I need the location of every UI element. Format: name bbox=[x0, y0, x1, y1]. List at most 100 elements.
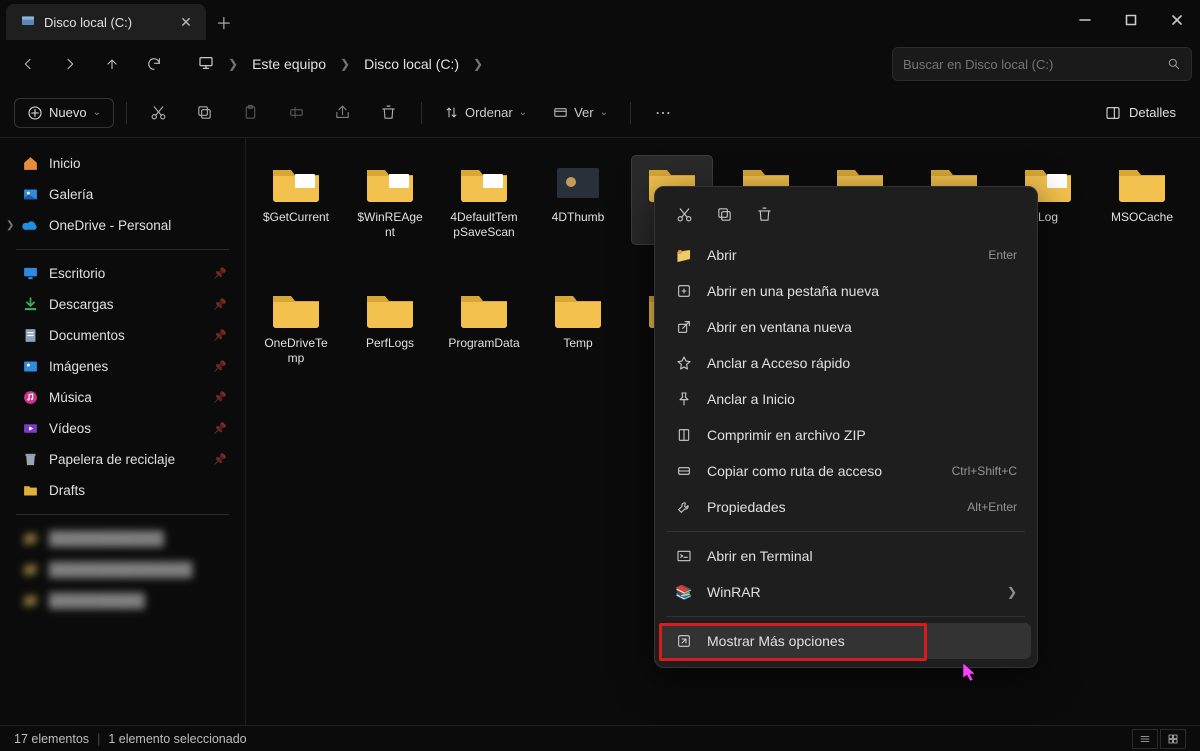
title-bar: Disco local (C:) ✕ ＋ bbox=[0, 0, 1200, 40]
sidebar-item[interactable]: 📁████████████ bbox=[4, 523, 241, 554]
folder-icon bbox=[457, 160, 511, 204]
drive-icon bbox=[20, 13, 36, 32]
sidebar-item[interactable]: Documentos📌 bbox=[4, 320, 241, 351]
view-button[interactable]: Ver ⌄ bbox=[543, 99, 618, 126]
search-input[interactable] bbox=[903, 57, 1159, 72]
content-area[interactable]: $GetCurrent $WinREAgent 4DefaultTempSave… bbox=[246, 138, 1200, 725]
desktop-icon bbox=[22, 265, 39, 282]
ctx-pin-start[interactable]: Anclar a Inicio bbox=[661, 381, 1031, 417]
close-tab-icon[interactable]: ✕ bbox=[180, 14, 192, 31]
breadcrumb-computer[interactable]: Este equipo bbox=[244, 50, 334, 78]
trash-icon bbox=[22, 451, 39, 468]
ctx-open-new-tab[interactable]: Abrir en una pestaña nueva bbox=[661, 273, 1031, 309]
folder-label: ProgramData bbox=[448, 336, 519, 351]
sidebar-item-label: Papelera de reciclaje bbox=[49, 452, 175, 467]
sidebar-item-home[interactable]: Inicio bbox=[4, 148, 241, 179]
folder-item[interactable]: PerfLogs bbox=[350, 282, 430, 370]
music-icon bbox=[22, 389, 39, 406]
more-button[interactable]: ⋯ bbox=[643, 95, 683, 131]
minimize-button[interactable] bbox=[1062, 0, 1108, 40]
view-grid-button[interactable] bbox=[1160, 729, 1186, 749]
breadcrumb-drive[interactable]: Disco local (C:) bbox=[356, 50, 467, 78]
chevron-right-icon: ❯ bbox=[340, 57, 350, 71]
folder-item[interactable]: 4DThumb bbox=[538, 156, 618, 244]
back-button[interactable] bbox=[8, 46, 48, 82]
ctx-open[interactable]: 📁 Abrir Enter bbox=[661, 237, 1031, 273]
sidebar-item[interactable]: 📁██████████ bbox=[4, 585, 241, 616]
download-icon bbox=[22, 296, 39, 313]
copy-button[interactable] bbox=[185, 95, 225, 131]
ctx-cut-button[interactable] bbox=[671, 201, 697, 227]
rename-button[interactable] bbox=[277, 95, 317, 131]
folder-item[interactable]: ProgramData bbox=[444, 282, 524, 370]
new-button[interactable]: Nuevo ⌄ bbox=[14, 98, 114, 128]
folder-item[interactable]: MSOCache bbox=[1102, 156, 1182, 244]
folder-item[interactable]: Temp bbox=[538, 282, 618, 370]
maximize-button[interactable] bbox=[1108, 0, 1154, 40]
chevron-right-icon: ❯ bbox=[228, 57, 238, 71]
folder-label: MSOCache bbox=[1111, 210, 1173, 225]
status-count: 17 elementos bbox=[14, 732, 89, 746]
sidebar-item[interactable]: Vídeos📌 bbox=[4, 413, 241, 444]
ctx-delete-button[interactable] bbox=[751, 201, 777, 227]
pin-icon: 📌 bbox=[213, 422, 227, 435]
pin-icon: 📌 bbox=[213, 453, 227, 466]
sidebar-item-label: Música bbox=[49, 390, 92, 405]
doc-icon bbox=[22, 327, 39, 344]
share-button[interactable] bbox=[323, 95, 363, 131]
video-icon bbox=[22, 420, 39, 437]
sort-button[interactable]: Ordenar ⌄ bbox=[434, 99, 537, 126]
folder-icon bbox=[363, 160, 417, 204]
details-pane-button[interactable]: Detalles bbox=[1095, 99, 1186, 127]
refresh-button[interactable] bbox=[134, 46, 174, 82]
folder-label: 4DThumb bbox=[552, 210, 605, 225]
sidebar-item[interactable]: Descargas📌 bbox=[4, 289, 241, 320]
view-list-button[interactable] bbox=[1132, 729, 1158, 749]
sidebar-item-gallery[interactable]: Galería bbox=[4, 179, 241, 210]
search-box[interactable] bbox=[892, 47, 1192, 81]
ctx-terminal[interactable]: Abrir en Terminal bbox=[661, 538, 1031, 574]
sidebar-item-label: Escritorio bbox=[49, 266, 105, 281]
folder-icon bbox=[1115, 160, 1169, 204]
search-icon bbox=[1167, 57, 1181, 71]
forward-button[interactable] bbox=[50, 46, 90, 82]
tab-active[interactable]: Disco local (C:) ✕ bbox=[6, 4, 206, 40]
folder-item[interactable]: $WinREAgent bbox=[350, 156, 430, 244]
gallery-icon bbox=[22, 186, 39, 203]
sidebar-item[interactable]: Papelera de reciclaje 📌 bbox=[4, 444, 241, 475]
sidebar-item[interactable]: Música 📌 bbox=[4, 382, 241, 413]
ctx-show-more[interactable]: Mostrar Más opciones bbox=[661, 623, 1031, 659]
folder-label: Log bbox=[1038, 210, 1058, 225]
folder-item[interactable]: 4DefaultTempSaveScan bbox=[444, 156, 524, 244]
paste-button[interactable] bbox=[231, 95, 271, 131]
close-button[interactable] bbox=[1154, 0, 1200, 40]
ctx-zip[interactable]: Comprimir en archivo ZIP bbox=[661, 417, 1031, 453]
folder-item[interactable]: $GetCurrent bbox=[256, 156, 336, 244]
sidebar-item-cloud[interactable]: ❯OneDrive - Personal bbox=[4, 210, 241, 241]
status-selected: 1 elemento seleccionado bbox=[108, 732, 246, 746]
ctx-copy-button[interactable] bbox=[711, 201, 737, 227]
breadcrumb: ❯ Este equipo ❯ Disco local (C:) ❯ bbox=[190, 49, 483, 80]
pin-icon: 📌 bbox=[213, 391, 227, 404]
ctx-winrar[interactable]: 📚 WinRAR ❯ bbox=[661, 574, 1031, 610]
breadcrumb-pc-icon[interactable] bbox=[190, 49, 222, 80]
cut-button[interactable] bbox=[139, 95, 179, 131]
folder-label: $GetCurrent bbox=[263, 210, 329, 225]
sidebar-item[interactable]: Drafts bbox=[4, 475, 241, 506]
new-tab-button[interactable]: ＋ bbox=[206, 4, 242, 40]
sidebar-item[interactable]: Escritorio 📌 bbox=[4, 258, 241, 289]
folder-icon bbox=[269, 286, 323, 330]
ctx-copy-path[interactable]: Copiar como ruta de acceso Ctrl+Shift+C bbox=[661, 453, 1031, 489]
ctx-properties[interactable]: Propiedades Alt+Enter bbox=[661, 489, 1031, 525]
up-button[interactable] bbox=[92, 46, 132, 82]
cloud-icon bbox=[22, 217, 39, 234]
sidebar-item[interactable]: Imágenes📌 bbox=[4, 351, 241, 382]
sidebar-item[interactable]: 📁███████████████ bbox=[4, 554, 241, 585]
delete-button[interactable] bbox=[369, 95, 409, 131]
ctx-open-new-window[interactable]: Abrir en ventana nueva bbox=[661, 309, 1031, 345]
chevron-right-icon: ❯ bbox=[473, 57, 483, 71]
folder-item[interactable]: OneDriveTemp bbox=[256, 282, 336, 370]
ctx-pin-quick[interactable]: Anclar a Acceso rápido bbox=[661, 345, 1031, 381]
pin-icon: 📌 bbox=[213, 329, 227, 342]
pin-icon: 📌 bbox=[213, 267, 227, 280]
